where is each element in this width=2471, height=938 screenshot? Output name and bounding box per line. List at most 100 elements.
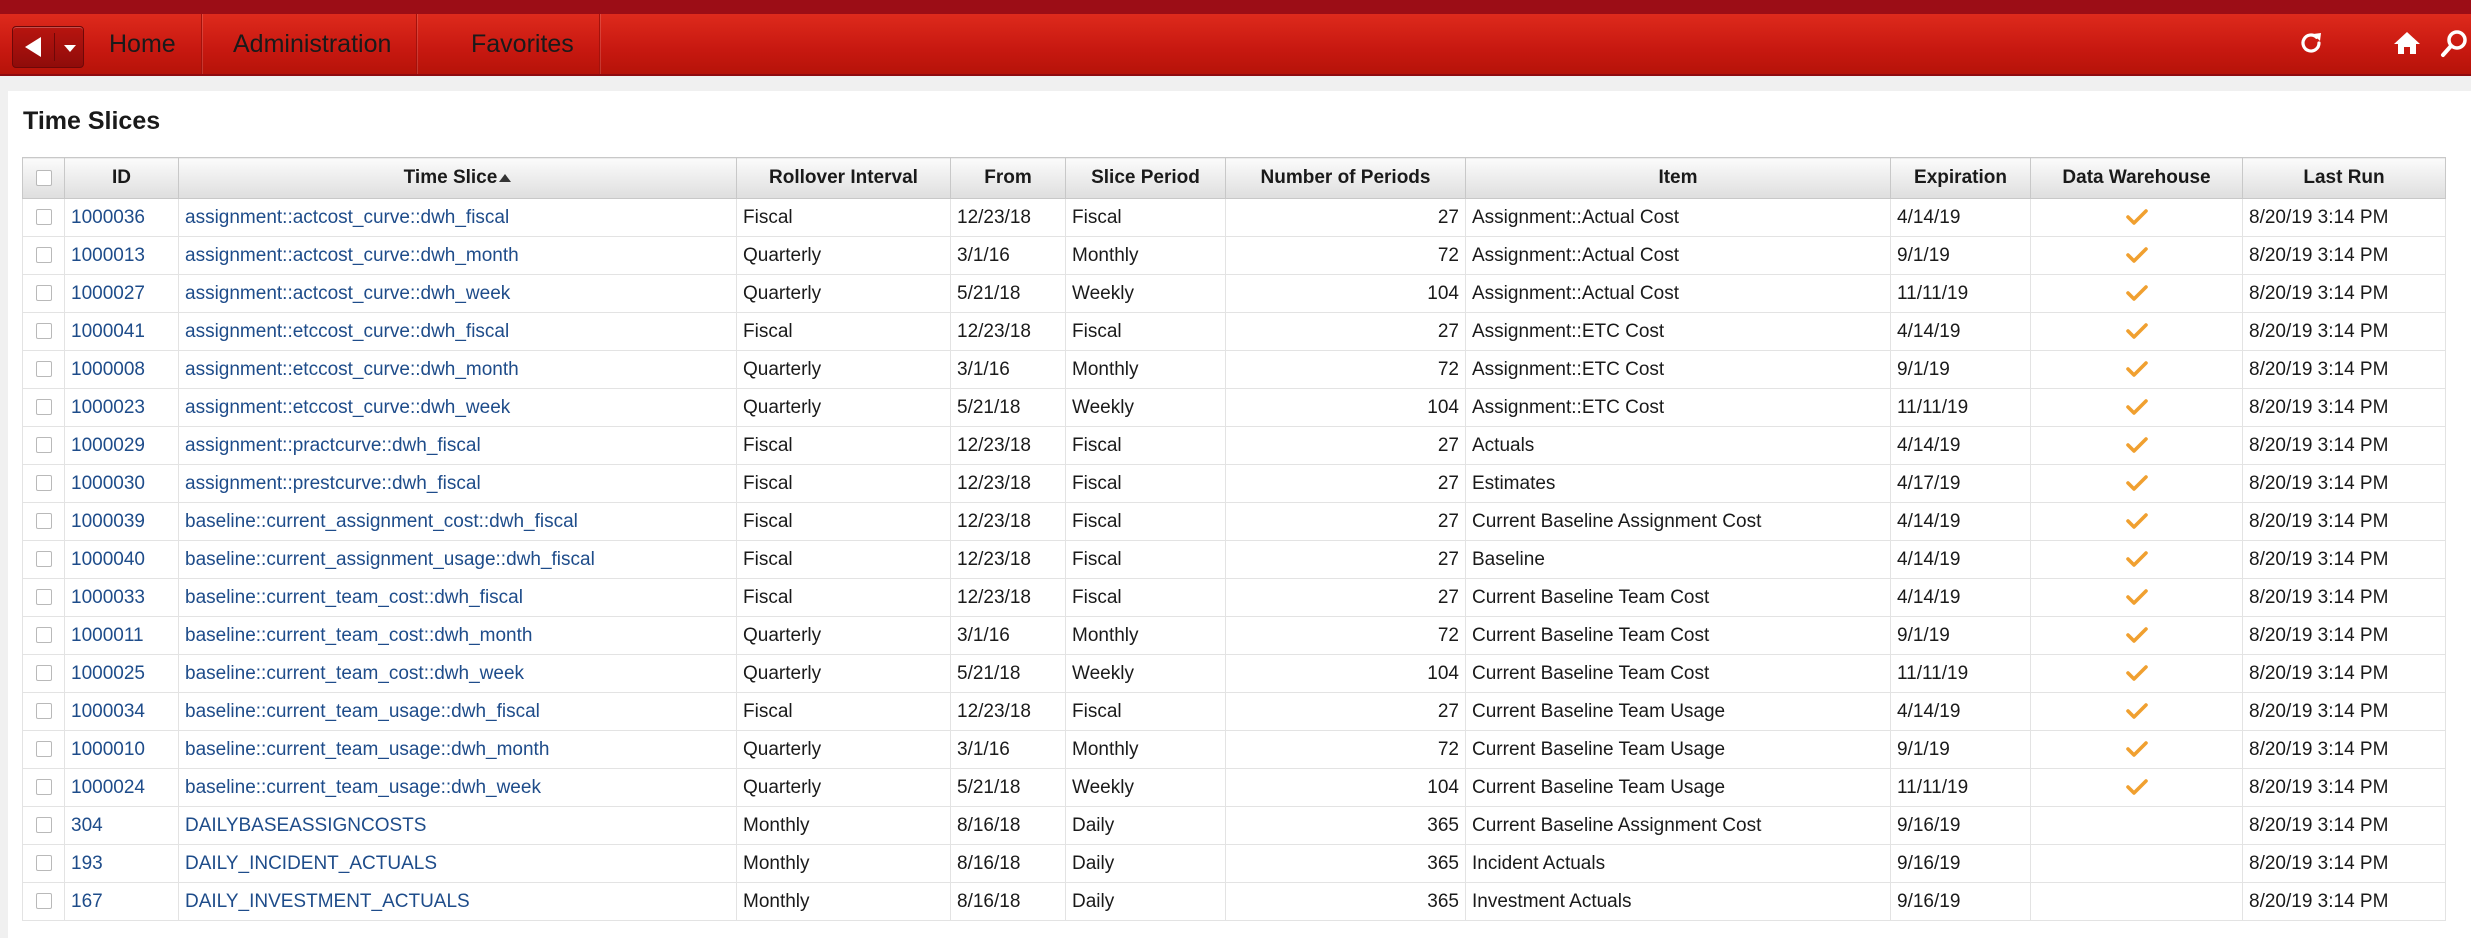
nav-administration[interactable]: Administration xyxy=(208,14,418,74)
column-header-last-run[interactable]: Last Run xyxy=(2242,157,2446,199)
row-id-link[interactable]: 1000036 xyxy=(64,198,179,237)
table-row[interactable]: 1000025 baseline::current_team_cost::dwh_… xyxy=(22,654,2446,693)
row-select-cell[interactable] xyxy=(22,844,65,883)
search-icon[interactable] xyxy=(2440,28,2470,58)
column-header-time-slice[interactable]: Time Slice xyxy=(178,157,737,199)
row-checkbox[interactable] xyxy=(35,323,52,340)
row-select-cell[interactable] xyxy=(22,540,65,579)
table-row[interactable]: 1000013 assignment::actcost_curve::dwh_mo… xyxy=(22,236,2446,275)
row-id-link[interactable]: 1000033 xyxy=(64,578,179,617)
table-row[interactable]: 1000030 assignment::prestcurve::dwh_fisca… xyxy=(22,464,2446,503)
row-time-slice-link[interactable]: DAILYBASEASSIGNCOSTS xyxy=(178,806,737,845)
row-checkbox[interactable] xyxy=(35,741,52,758)
row-id-link[interactable]: 1000024 xyxy=(64,768,179,807)
row-time-slice-link[interactable]: baseline::current_team_cost::dwh_month xyxy=(178,616,737,655)
nav-favorites[interactable]: Favorites xyxy=(446,14,600,74)
table-row[interactable]: 1000011 baseline::current_team_cost::dwh_… xyxy=(22,616,2446,655)
row-select-cell[interactable] xyxy=(22,616,65,655)
row-time-slice-link[interactable]: DAILY_INCIDENT_ACTUALS xyxy=(178,844,737,883)
row-checkbox[interactable] xyxy=(35,627,52,644)
row-id-link[interactable]: 304 xyxy=(64,806,179,845)
row-checkbox[interactable] xyxy=(35,665,52,682)
refresh-icon[interactable] xyxy=(2296,28,2326,58)
back-button[interactable] xyxy=(12,26,84,68)
row-checkbox[interactable] xyxy=(35,893,52,910)
row-id-link[interactable]: 193 xyxy=(64,844,179,883)
row-select-cell[interactable] xyxy=(22,730,65,769)
row-time-slice-link[interactable]: baseline::current_assignment_cost::dwh_f… xyxy=(178,502,737,541)
row-checkbox[interactable] xyxy=(35,209,52,226)
column-header-item[interactable]: Item xyxy=(1465,157,1891,199)
row-id-link[interactable]: 1000027 xyxy=(64,274,179,313)
row-id-link[interactable]: 1000030 xyxy=(64,464,179,503)
row-id-link[interactable]: 167 xyxy=(64,882,179,921)
table-row[interactable]: 1000034 baseline::current_team_usage::dwh… xyxy=(22,692,2446,731)
column-header-rollover-interval[interactable]: Rollover Interval xyxy=(736,157,951,199)
table-row[interactable]: 1000027 assignment::actcost_curve::dwh_we… xyxy=(22,274,2446,313)
home-icon[interactable] xyxy=(2392,28,2422,58)
row-time-slice-link[interactable]: assignment::actcost_curve::dwh_fiscal xyxy=(178,198,737,237)
row-time-slice-link[interactable]: assignment::etccost_curve::dwh_fiscal xyxy=(178,312,737,351)
row-time-slice-link[interactable]: assignment::actcost_curve::dwh_month xyxy=(178,236,737,275)
row-checkbox[interactable] xyxy=(35,551,52,568)
row-id-link[interactable]: 1000039 xyxy=(64,502,179,541)
row-id-link[interactable]: 1000040 xyxy=(64,540,179,579)
row-select-cell[interactable] xyxy=(22,236,65,275)
row-checkbox[interactable] xyxy=(35,285,52,302)
row-select-cell[interactable] xyxy=(22,806,65,845)
table-row[interactable]: 1000036 assignment::actcost_curve::dwh_fi… xyxy=(22,198,2446,237)
row-select-cell[interactable] xyxy=(22,882,65,921)
column-header-expiration[interactable]: Expiration xyxy=(1890,157,2031,199)
column-header-id[interactable]: ID xyxy=(64,157,179,199)
nav-home[interactable]: Home xyxy=(84,14,202,74)
row-checkbox[interactable] xyxy=(35,817,52,834)
row-time-slice-link[interactable]: assignment::actcost_curve::dwh_week xyxy=(178,274,737,313)
row-checkbox[interactable] xyxy=(35,855,52,872)
row-time-slice-link[interactable]: baseline::current_team_usage::dwh_fiscal xyxy=(178,692,737,731)
row-id-link[interactable]: 1000010 xyxy=(64,730,179,769)
table-row[interactable]: 304 DAILYBASEASSIGNCOSTS Monthly 8/16/18 Dai… xyxy=(22,806,2446,845)
table-row[interactable]: 1000008 assignment::etccost_curve::dwh_mo… xyxy=(22,350,2446,389)
row-id-link[interactable]: 1000011 xyxy=(64,616,179,655)
row-select-cell[interactable] xyxy=(22,578,65,617)
row-time-slice-link[interactable]: assignment::prestcurve::dwh_fiscal xyxy=(178,464,737,503)
row-time-slice-link[interactable]: assignment::practcurve::dwh_fiscal xyxy=(178,426,737,465)
table-row[interactable]: 193 DAILY_INCIDENT_ACTUALS Monthly 8/16/18 D… xyxy=(22,844,2446,883)
table-row[interactable]: 1000010 baseline::current_team_usage::dwh… xyxy=(22,730,2446,769)
row-select-cell[interactable] xyxy=(22,350,65,389)
row-select-cell[interactable] xyxy=(22,768,65,807)
row-checkbox[interactable] xyxy=(35,475,52,492)
row-checkbox[interactable] xyxy=(35,399,52,416)
table-row[interactable]: 1000029 assignment::practcurve::dwh_fisca… xyxy=(22,426,2446,465)
select-all-checkbox[interactable] xyxy=(35,169,52,186)
row-id-link[interactable]: 1000034 xyxy=(64,692,179,731)
table-row[interactable]: 1000024 baseline::current_team_usage::dwh… xyxy=(22,768,2446,807)
row-select-cell[interactable] xyxy=(22,426,65,465)
history-dropdown-icon[interactable] xyxy=(64,45,76,52)
column-header-data-warehouse[interactable]: Data Warehouse xyxy=(2030,157,2243,199)
row-checkbox[interactable] xyxy=(35,589,52,606)
row-checkbox[interactable] xyxy=(35,513,52,530)
row-select-cell[interactable] xyxy=(22,312,65,351)
row-id-link[interactable]: 1000023 xyxy=(64,388,179,427)
row-time-slice-link[interactable]: assignment::etccost_curve::dwh_month xyxy=(178,350,737,389)
row-time-slice-link[interactable]: assignment::etccost_curve::dwh_week xyxy=(178,388,737,427)
select-all-header[interactable] xyxy=(22,157,65,199)
row-time-slice-link[interactable]: baseline::current_team_usage::dwh_month xyxy=(178,730,737,769)
row-time-slice-link[interactable]: baseline::current_assignment_usage::dwh_… xyxy=(178,540,737,579)
row-select-cell[interactable] xyxy=(22,692,65,731)
row-checkbox[interactable] xyxy=(35,779,52,796)
row-id-link[interactable]: 1000013 xyxy=(64,236,179,275)
row-time-slice-link[interactable]: DAILY_INVESTMENT_ACTUALS xyxy=(178,882,737,921)
row-select-cell[interactable] xyxy=(22,502,65,541)
column-header-slice-period[interactable]: Slice Period xyxy=(1065,157,1226,199)
row-time-slice-link[interactable]: baseline::current_team_cost::dwh_week xyxy=(178,654,737,693)
row-checkbox[interactable] xyxy=(35,703,52,720)
row-id-link[interactable]: 1000025 xyxy=(64,654,179,693)
row-time-slice-link[interactable]: baseline::current_team_usage::dwh_week xyxy=(178,768,737,807)
column-header-from[interactable]: From xyxy=(950,157,1066,199)
table-row[interactable]: 1000033 baseline::current_team_cost::dwh_… xyxy=(22,578,2446,617)
row-checkbox[interactable] xyxy=(35,437,52,454)
row-time-slice-link[interactable]: baseline::current_team_cost::dwh_fiscal xyxy=(178,578,737,617)
row-id-link[interactable]: 1000041 xyxy=(64,312,179,351)
